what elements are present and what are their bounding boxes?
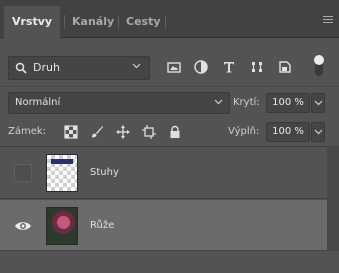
panel-footer [0,250,339,273]
adjustment-filter-icon[interactable] [193,59,209,75]
fill-label: Výplň: [228,126,260,137]
fill-dropdown[interactable] [311,122,325,142]
chevron-down-icon [132,63,141,69]
lock-transparent-icon[interactable] [64,125,78,139]
layer-thumbnail [46,207,78,245]
tab-divider [64,15,65,29]
layers-scrollbar[interactable] [327,146,339,250]
divider [0,86,339,87]
lock-image-icon[interactable] [90,125,104,139]
layer-name[interactable]: Růže [90,220,114,231]
tab-layers[interactable]: Vrstvy [4,6,60,38]
opacity-dropdown[interactable] [311,93,325,113]
ribbon-shape [51,159,73,164]
search-icon [15,62,27,74]
shape-filter-icon[interactable] [249,59,265,75]
opacity-field[interactable]: 100 % [266,93,310,113]
eye-icon[interactable] [14,217,32,235]
filter-kind-dropdown[interactable]: Druh [8,56,150,80]
blend-mode-dropdown[interactable]: Normální [8,92,230,114]
layer-row[interactable]: Stuhy [0,147,327,199]
filter-toggle-switch[interactable] [312,52,326,78]
smart-object-filter-icon[interactable] [277,59,293,75]
blend-mode-value: Normální [15,97,61,108]
chevron-down-icon [314,100,323,106]
tab-divider [118,15,119,29]
lock-all-icon[interactable] [168,125,182,139]
layers-panel: Vrstvy Kanály Cesty Druh Normální Krytí:… [0,0,339,273]
tab-paths[interactable]: Cesty [126,6,161,38]
layer-name[interactable]: Stuhy [90,167,119,178]
lock-artboard-icon[interactable] [142,125,156,139]
panel-tab-bar: Vrstvy Kanály Cesty [0,0,339,38]
chevron-down-icon [314,129,323,135]
fill-field[interactable]: 100 % [266,122,310,142]
filter-kind-label: Druh [33,61,60,74]
image-filter-icon[interactable] [166,59,182,75]
opacity-label: Krytí: [233,97,260,108]
lock-label: Zámek: [8,126,47,137]
lock-position-icon[interactable] [116,125,130,139]
layer-visibility-toggle[interactable] [14,164,32,182]
layers-list: Stuhy Růže [0,146,339,252]
tab-channels[interactable]: Kanály [72,6,114,38]
layer-thumbnail [46,154,78,192]
tab-divider [165,15,166,29]
layer-row-selected[interactable]: Růže [0,200,327,252]
panel-menu-icon[interactable] [323,16,333,24]
type-filter-icon[interactable] [221,59,237,75]
chevron-down-icon [214,99,223,105]
